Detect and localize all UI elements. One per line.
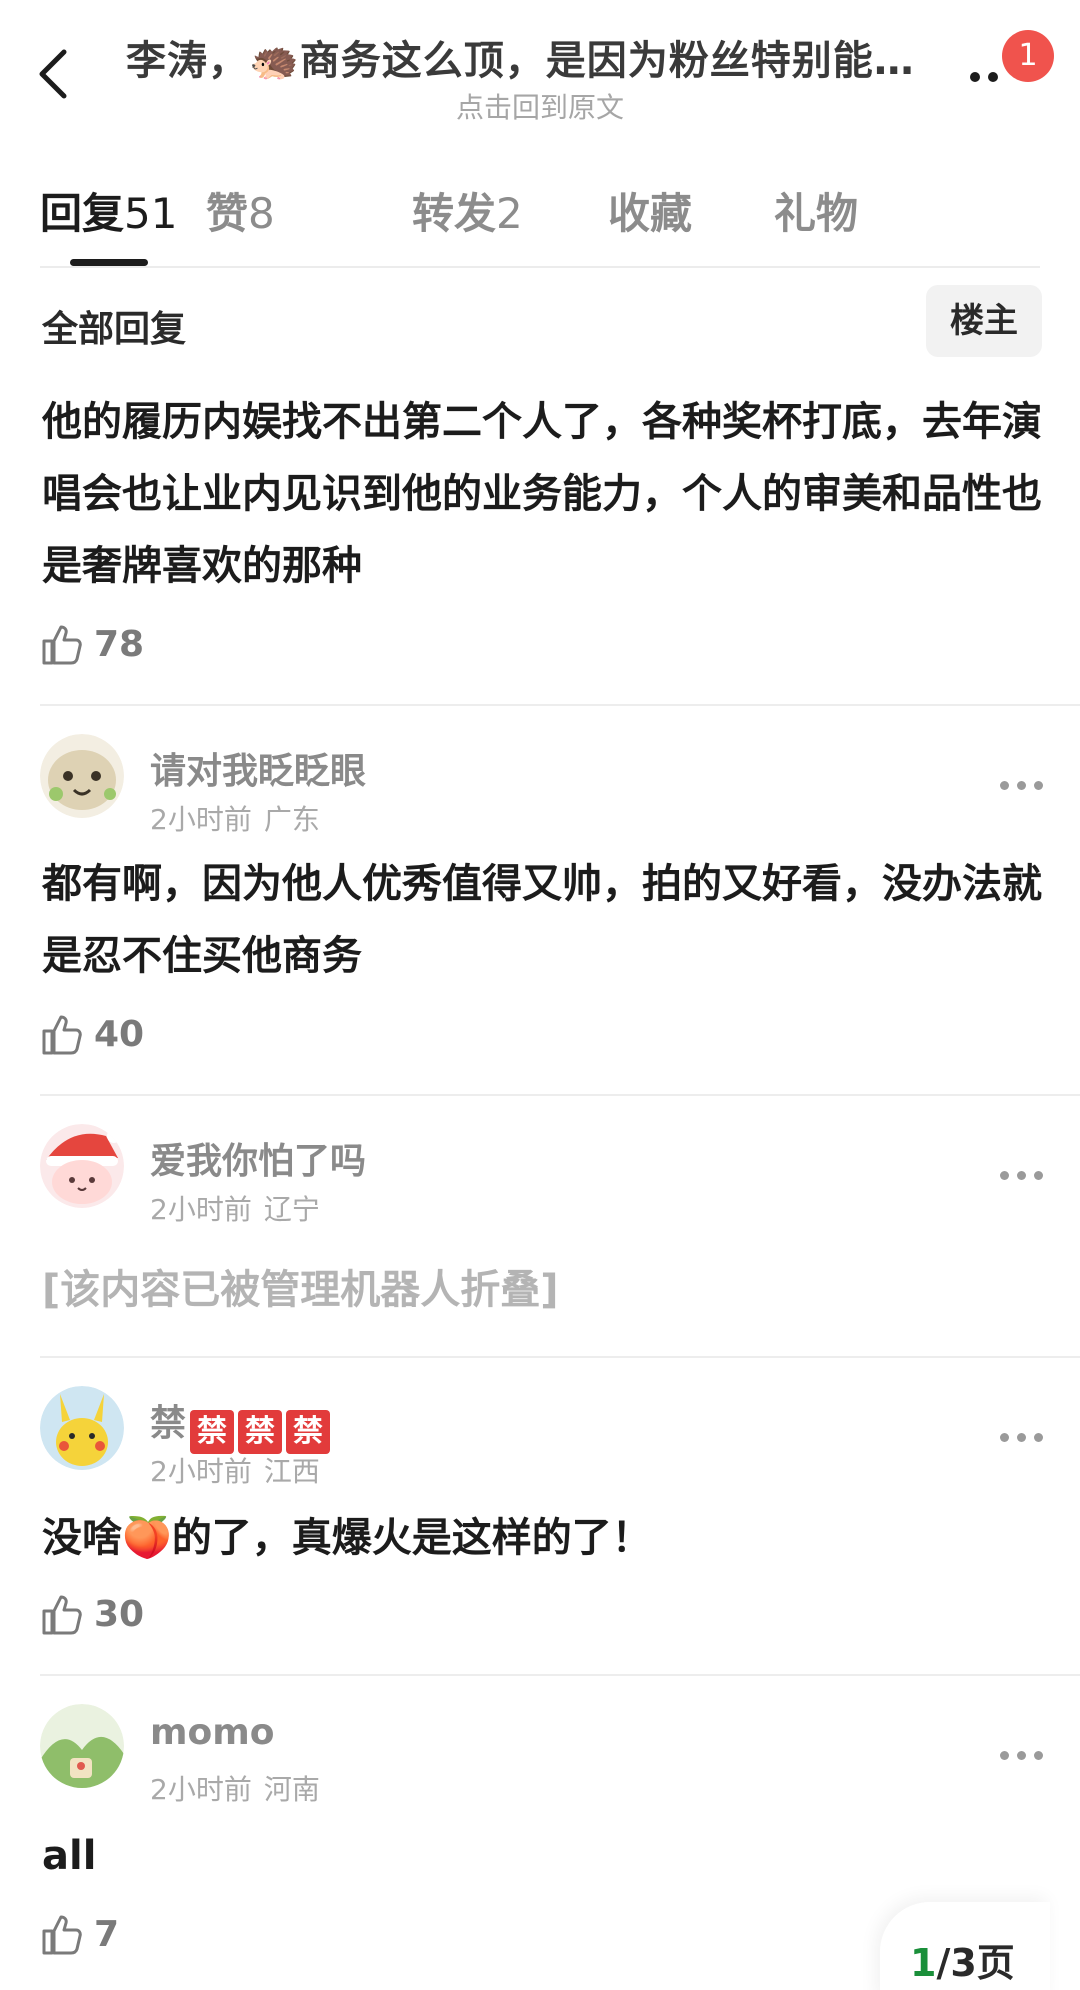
- thumbs-up-icon: [42, 625, 82, 665]
- like-count: 7: [94, 1913, 120, 1955]
- comment-location: 辽宁: [263, 1193, 320, 1226]
- current-page: 1: [910, 1941, 937, 1985]
- ban-emoji-icon: 禁: [286, 1410, 331, 1454]
- tab-reposts[interactable]: 转发2: [412, 180, 523, 241]
- comment-text-end: 的了，真爆火是这样的了！: [171, 1515, 652, 1561]
- divider: [40, 1094, 1080, 1096]
- thumbs-up-icon: [42, 1915, 82, 1955]
- like-count: 40: [94, 1013, 145, 1055]
- avatar-icon: [40, 1386, 124, 1470]
- section-title: 全部回复: [42, 309, 187, 350]
- divider: [40, 704, 1080, 706]
- avatar[interactable]: [40, 1124, 124, 1208]
- reply-page: 李涛，🦔商务这么顶，是因为粉丝特别能… 点击回到原文 1 回复51 赞8 转发2…: [0, 0, 1080, 1990]
- post-title[interactable]: 李涛，🦔商务这么顶，是因为粉丝特别能…: [126, 28, 946, 86]
- comment-more-icon[interactable]: [1000, 1166, 1044, 1186]
- comment-meta: 2小时前 江西: [150, 1450, 320, 1490]
- ban-emoji-icon: 禁: [190, 1410, 235, 1454]
- comment-time: 2小时前: [150, 1455, 252, 1488]
- comment-location: 江西: [263, 1455, 320, 1488]
- like-count: 30: [94, 1593, 145, 1635]
- comment-location: 河南: [263, 1773, 320, 1806]
- avatar[interactable]: [40, 734, 124, 818]
- top-bar: 李涛，🦔商务这么顶，是因为粉丝特别能… 点击回到原文 1: [0, 0, 1080, 140]
- title-text-end: 商务这么顶，是因为粉丝特别能…: [299, 38, 915, 84]
- page-indicator[interactable]: 1/3页: [880, 1902, 1050, 1990]
- like-button[interactable]: 30: [42, 1590, 144, 1638]
- comment-more-icon[interactable]: [1000, 776, 1044, 796]
- comment-meta: 2小时前 辽宁: [150, 1188, 320, 1228]
- tab-replies[interactable]: 回复51: [40, 180, 177, 241]
- like-button[interactable]: 40: [42, 1010, 144, 1058]
- title-text-start: 李涛，: [126, 38, 249, 84]
- thumbs-up-icon: [42, 1015, 82, 1055]
- username[interactable]: 爱我你怕了吗: [150, 1132, 366, 1184]
- tab-label: 礼物: [774, 189, 859, 238]
- tab-count: 8: [248, 189, 275, 238]
- tab-likes[interactable]: 赞8: [206, 180, 275, 241]
- ban-emoji-icon: 禁: [238, 1410, 283, 1454]
- avatar[interactable]: [40, 1704, 124, 1788]
- notification-badge[interactable]: 1: [1002, 30, 1054, 82]
- tab-favorites[interactable]: 收藏: [608, 180, 692, 241]
- comment-text: 他的履历内娱找不出第二个人了，各种奖杯打底，去年演唱会也让业内见识到他的业务能力…: [42, 399, 1042, 589]
- username[interactable]: 请对我眨眨眼: [150, 742, 366, 794]
- owner-only-button[interactable]: 楼主: [926, 285, 1042, 357]
- comment-time: 2小时前: [150, 803, 252, 836]
- divider: [40, 1674, 1080, 1676]
- comment-text-start: 没啥: [42, 1515, 122, 1561]
- tab-label: 回复: [40, 189, 125, 238]
- avatar[interactable]: [40, 1386, 124, 1470]
- comment-text: all: [42, 1833, 97, 1879]
- username[interactable]: 禁禁禁禁: [150, 1394, 331, 1454]
- avatar-icon: [40, 734, 124, 818]
- hedgehog-emoji-icon: 🦔: [249, 38, 300, 84]
- tab-count: 2: [496, 189, 523, 238]
- thumbs-up-icon: [42, 1595, 82, 1635]
- folded-comment-text: [该内容已被管理机器人折叠]: [42, 1267, 559, 1313]
- tab-label: 赞: [206, 189, 249, 238]
- username[interactable]: momo: [150, 1712, 275, 1753]
- tab-gifts[interactable]: 礼物: [774, 180, 858, 241]
- divider: [40, 266, 1040, 268]
- back-to-post-link[interactable]: 点击回到原文: [0, 86, 1080, 126]
- comment-location: 广东: [263, 803, 320, 836]
- avatar-icon: [40, 1124, 124, 1208]
- tab-bar: 回复51 赞8 转发2 收藏 礼物: [40, 180, 1040, 270]
- comment-more-icon[interactable]: [1000, 1746, 1044, 1766]
- like-count: 78: [94, 623, 145, 665]
- like-button[interactable]: 7: [42, 1910, 119, 1958]
- active-tab-indicator: [70, 259, 148, 266]
- comment-time: 2小时前: [150, 1773, 252, 1806]
- tab-count: 51: [124, 189, 178, 238]
- peach-emoji-icon: 🍑: [122, 1515, 172, 1561]
- tab-label: 收藏: [608, 189, 693, 238]
- comment-meta: 2小时前 河南: [150, 1768, 320, 1808]
- tab-label: 转发: [412, 189, 497, 238]
- total-pages: /3页: [936, 1941, 1015, 1985]
- avatar-icon: [40, 1704, 124, 1788]
- divider: [40, 1356, 1080, 1358]
- username-text: 禁: [150, 1403, 187, 1444]
- comment-text: 没啥🍑的了，真爆火是这样的了！: [42, 1502, 1042, 1574]
- comment-more-icon[interactable]: [1000, 1428, 1044, 1448]
- comment-meta: 2小时前 广东: [150, 798, 320, 838]
- comment-time: 2小时前: [150, 1193, 252, 1226]
- like-button[interactable]: 78: [42, 620, 144, 668]
- comment-text: 都有啊，因为他人优秀值得又帅，拍的又好看，没办法就是忍不住买他商务: [42, 861, 1042, 979]
